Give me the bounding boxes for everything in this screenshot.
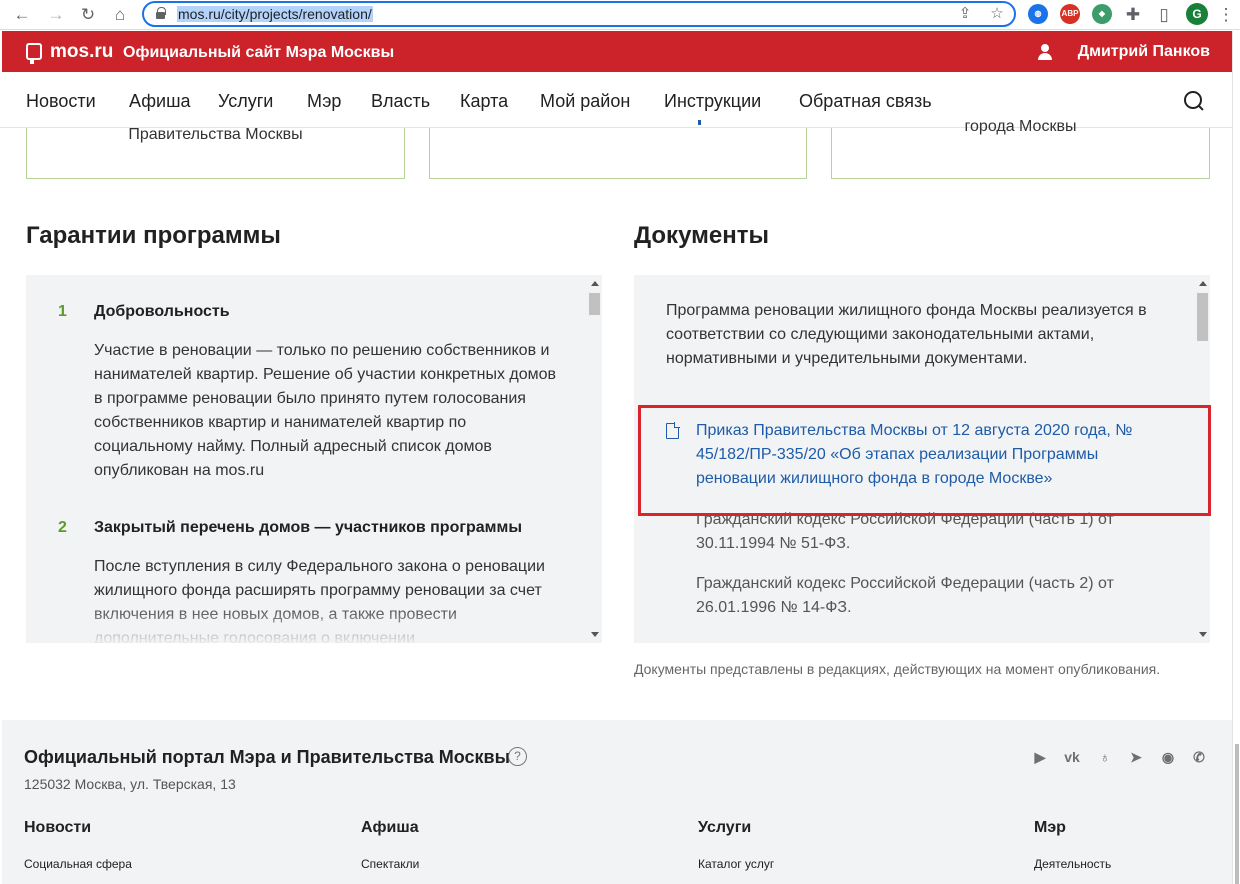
footer-link[interactable]: Каталог услуг (698, 857, 774, 871)
page-scrollbar-thumb[interactable] (1235, 744, 1239, 884)
odnoklassniki-icon[interactable]: ♁ (1095, 748, 1115, 766)
site-header: mos.ru Официальный сайт Мэра Москвы Дмит… (2, 31, 1232, 72)
guarantees-panel[interactable]: 1 Добровольность Участие в реновации — т… (26, 275, 602, 643)
footer-col-services[interactable]: Услуги (698, 819, 751, 837)
footer-link[interactable]: Спектакли (361, 857, 419, 871)
scroll-down-arrow-icon[interactable] (591, 632, 599, 637)
page: ← → ↻ ⌂ mos.ru/city/projects/renovation/… (0, 0, 1240, 884)
documents-title: Документы (634, 222, 769, 249)
guarantee-title: Добровольность (94, 303, 230, 320)
card-text: города Москвы (964, 118, 1077, 135)
extensions-puzzle-icon[interactable]: ✚ (1121, 3, 1145, 27)
mos-logo-icon[interactable] (26, 43, 42, 64)
nav-item-feedback[interactable]: Обратная связь (799, 91, 932, 112)
profile-avatar[interactable]: G (1186, 3, 1208, 25)
nav-item-government[interactable]: Власть (371, 91, 430, 112)
footer: Официальный портал Мэра и Правительства … (2, 720, 1232, 884)
search-icon[interactable] (1184, 91, 1204, 111)
info-card[interactable]: города Москвы (831, 118, 1210, 179)
browser-menu-icon[interactable]: ⋮ (1214, 3, 1238, 27)
nav-item-mayor[interactable]: Мэр (307, 91, 341, 112)
vpn-extension-icon[interactable]: ◍ (1028, 4, 1048, 24)
nav-item-my-district[interactable]: Мой район (540, 91, 630, 112)
scroll-up-arrow-icon[interactable] (591, 281, 599, 286)
lock-icon (156, 7, 166, 19)
bookmark-star-icon[interactable]: ☆ (988, 5, 1006, 23)
guarantee-text: Участие в реновации — только по решению … (94, 342, 557, 479)
footer-title: Официальный портал Мэра и Правительства … (24, 747, 510, 767)
nav-item-news[interactable]: Новости (26, 91, 96, 112)
scroll-down-arrow-icon[interactable] (1199, 632, 1207, 637)
url-text[interactable]: mos.ru/city/projects/renovation/ (177, 6, 373, 22)
reload-icon[interactable]: ↻ (76, 3, 100, 27)
scroll-thumb[interactable] (589, 293, 600, 315)
footer-link[interactable]: Деятельность (1034, 857, 1111, 871)
side-panel-icon[interactable]: ▯ (1152, 3, 1176, 27)
document-item[interactable]: Гражданский кодекс Российской Федерации … (696, 572, 1176, 620)
card-text: Правительства Москвы (128, 126, 303, 143)
nav-item-afisha[interactable]: Афиша (129, 91, 191, 112)
nav-item-instructions[interactable]: Инструкции (664, 91, 761, 112)
youtube-icon[interactable]: ▶ (1030, 748, 1050, 766)
scroll-up-arrow-icon[interactable] (1199, 281, 1207, 286)
guarantee-number: 2 (58, 519, 67, 536)
nav-item-services[interactable]: Услуги (218, 91, 273, 112)
adblock-extension-icon[interactable]: ABP (1060, 4, 1080, 24)
footer-link[interactable]: Социальная сфера (24, 857, 132, 871)
info-card[interactable]: Правительства Москвы (26, 126, 405, 179)
footer-col-afisha[interactable]: Афиша (361, 819, 419, 837)
rss-icon[interactable]: ◉ (1158, 748, 1178, 766)
user-icon[interactable] (1038, 44, 1052, 60)
help-icon[interactable]: ? (508, 747, 527, 766)
documents-intro: Программа реновации жилищного фонда Моск… (666, 302, 1147, 367)
site-tagline[interactable]: Официальный сайт Мэра Москвы (123, 44, 394, 62)
highlight-frame (638, 405, 1211, 516)
footer-address: 125032 Москва, ул. Тверская, 13 (24, 776, 236, 792)
site-logo[interactable]: mos.ru (50, 41, 113, 63)
share-icon[interactable]: ⇪ (956, 5, 974, 23)
nav-item-map[interactable]: Карта (460, 91, 508, 112)
phone-icon[interactable]: ✆ (1189, 748, 1209, 766)
guarantee-number: 1 (58, 303, 67, 320)
home-icon[interactable]: ⌂ (108, 3, 132, 27)
layers-extension-icon[interactable]: ◆ (1092, 4, 1112, 24)
info-card[interactable] (429, 120, 807, 179)
card-marker (698, 120, 701, 125)
guarantee-title: Закрытый перечень домов — участников про… (94, 519, 523, 536)
scroll-thumb[interactable] (1197, 293, 1208, 341)
user-name[interactable]: Дмитрий Панков (1078, 43, 1210, 61)
vk-icon[interactable]: vk (1062, 748, 1082, 766)
guarantees-scrollbar[interactable] (587, 275, 602, 643)
footer-col-news[interactable]: Новости (24, 819, 91, 837)
forward-icon[interactable]: → (44, 3, 68, 27)
fade-overlay (26, 603, 602, 643)
address-bar[interactable]: mos.ru/city/projects/renovation/ ⇪ ☆ (142, 1, 1016, 27)
documents-note: Документы представлены в редакциях, дейс… (634, 661, 1161, 677)
footer-col-mayor[interactable]: Мэр (1034, 819, 1066, 837)
back-icon[interactable]: ← (10, 3, 34, 27)
browser-toolbar: ← → ↻ ⌂ mos.ru/city/projects/renovation/… (0, 0, 1240, 30)
telegram-icon[interactable]: ➤ (1126, 748, 1146, 766)
guarantees-title: Гарантии программы (26, 222, 281, 249)
